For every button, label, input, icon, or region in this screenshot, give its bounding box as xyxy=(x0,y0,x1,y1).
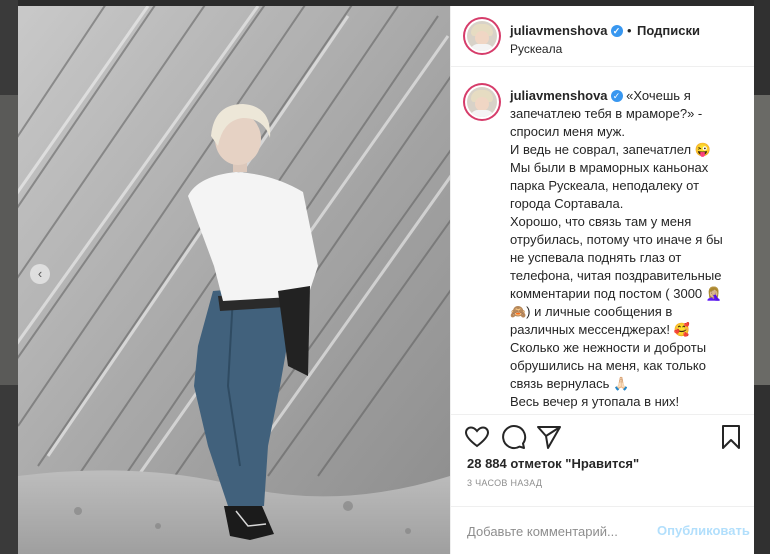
marble-wall-photo xyxy=(18,6,450,554)
caption-username[interactable]: juliavmenshova xyxy=(510,88,608,103)
caption-text: juliavmenshova ✓ «Хочешь я запечатлею теб… xyxy=(510,87,738,415)
bookmark-icon[interactable] xyxy=(717,423,745,451)
post-side-panel: juliavmenshova ✓ • Подписки Рускеала juli… xyxy=(450,6,754,554)
caption-section: juliavmenshova ✓ «Хочешь я запечатлею теб… xyxy=(451,67,754,415)
comment-bubble-icon[interactable] xyxy=(499,423,527,451)
header-username[interactable]: juliavmenshova ✓ xyxy=(510,23,623,38)
post-photo: ‹ xyxy=(18,6,450,554)
verified-badge-icon: ✓ xyxy=(610,90,623,102)
post-header: juliavmenshova ✓ • Подписки Рускеала xyxy=(451,6,754,67)
location-link[interactable]: Рускеала xyxy=(510,42,562,56)
post-timestamp[interactable]: 3 часов назад xyxy=(467,478,542,488)
background-thumbnail-left xyxy=(0,95,18,385)
avatar[interactable] xyxy=(467,21,497,51)
comment-form: Опубликовать xyxy=(451,506,754,554)
chevron-left-icon[interactable]: ‹ xyxy=(30,264,50,284)
action-bar xyxy=(451,414,754,459)
heart-icon[interactable] xyxy=(463,423,491,451)
header-separator: • xyxy=(627,23,632,38)
background-thumbnail-right xyxy=(754,95,770,385)
publish-button[interactable]: Опубликовать xyxy=(657,523,750,538)
paper-plane-icon[interactable] xyxy=(535,423,563,451)
caption-body: «Хочешь я запечатлею тебя в мраморе?» - … xyxy=(510,88,723,415)
likes-count[interactable]: 28 884 отметок "Нравится" xyxy=(467,456,639,471)
post-modal: ‹ juliavmenshova ✓ • Подписки Рускеала ju… xyxy=(18,6,754,554)
comment-input[interactable] xyxy=(467,521,637,541)
verified-badge-icon: ✓ xyxy=(610,25,623,37)
caption-avatar[interactable] xyxy=(467,87,497,117)
following-button[interactable]: Подписки xyxy=(637,23,700,38)
